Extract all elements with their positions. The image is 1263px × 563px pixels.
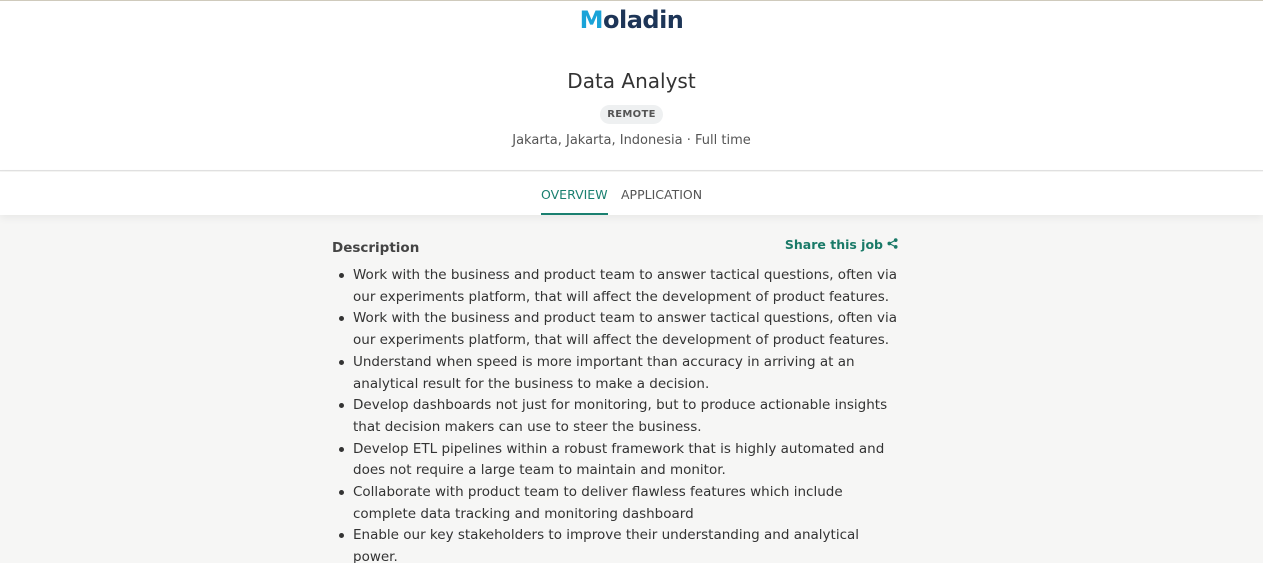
list-item: Develop ETL pipelines within a robust fr… [332,439,898,482]
list-item: Enable our key stakeholders to improve t… [332,525,898,563]
job-header: Moladin Data Analyst REMOTE Jakarta, Jak… [0,1,1263,171]
tab-bar: OVERVIEW APPLICATION [0,172,1263,215]
share-icon [887,237,898,252]
share-job-button[interactable]: Share this job [785,237,898,252]
list-item: Collaborate with product team to deliver… [332,482,898,525]
tab-application[interactable]: APPLICATION [621,172,702,215]
job-title: Data Analyst [567,69,696,93]
list-item: Work with the business and product team … [332,308,898,351]
description-list: Work with the business and product team … [332,265,898,563]
list-item: Develop dashboards not just for monitori… [332,395,898,438]
remote-badge: REMOTE [600,105,663,124]
list-item: Understand when speed is more important … [332,352,898,395]
tab-overview[interactable]: OVERVIEW [541,172,608,215]
company-logo[interactable]: Moladin [0,6,1263,34]
share-label: Share this job [784,237,883,252]
description-heading: Description [332,240,420,256]
list-item: Work with the business and product team … [332,265,898,308]
job-meta: Jakarta, Jakarta, Indonesia · Full time [512,133,751,148]
